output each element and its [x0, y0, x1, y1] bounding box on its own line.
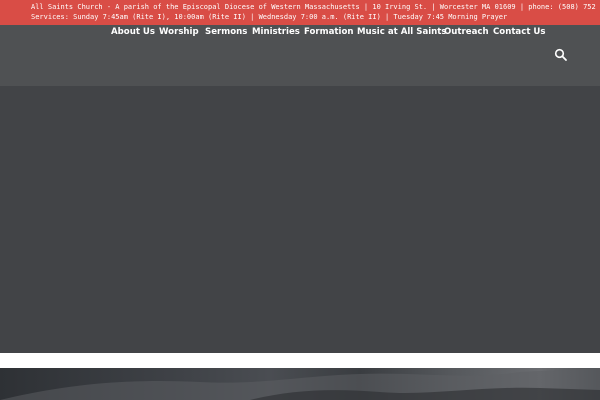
- search-icon[interactable]: [554, 47, 568, 61]
- nav-item-ministries[interactable]: Ministries: [252, 25, 300, 39]
- nav-item-about-us[interactable]: About Us: [111, 25, 155, 39]
- nav-item-music[interactable]: Music at All Saints: [357, 25, 447, 39]
- nav-item-outreach[interactable]: Outreach: [444, 25, 489, 39]
- section-divider: [0, 353, 600, 368]
- main-navigation-bar: About Us Worship Sermons Ministries Form…: [0, 25, 600, 86]
- service-times-text: Services: Sunday 7:45am (Rite I), 10:00a…: [31, 13, 508, 21]
- top-info-bar: All Saints Church - A parish of the Epis…: [0, 0, 600, 25]
- hero-banner: [0, 86, 600, 353]
- nav-item-sermons[interactable]: Sermons: [205, 25, 247, 39]
- contact-info-text: All Saints Church - A parish of the Epis…: [31, 3, 600, 11]
- nav-item-formation[interactable]: Formation: [304, 25, 354, 39]
- background-photo: [0, 368, 600, 400]
- nav-item-contact-us[interactable]: Contact Us: [493, 25, 546, 39]
- nav-item-worship[interactable]: Worship: [159, 25, 199, 39]
